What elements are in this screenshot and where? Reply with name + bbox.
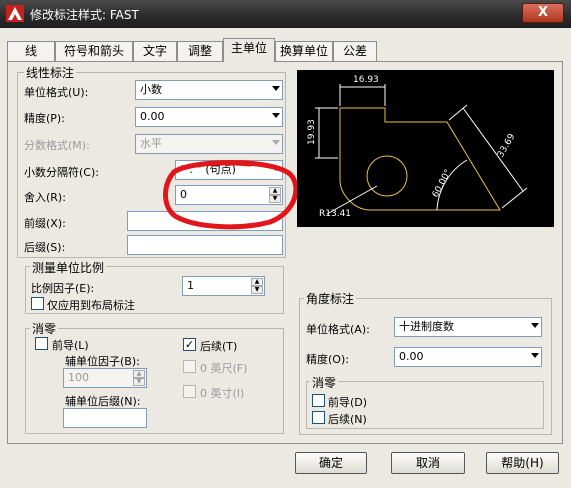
zero-inches-label: 0 英寸(I)	[200, 387, 245, 400]
leading-zero-checkbox[interactable]	[35, 337, 48, 350]
zero-feet-label: 0 英尺(F)	[200, 362, 248, 375]
decimal-separator-label: 小数分隔符(C):	[24, 166, 99, 179]
angular-precision-value: 0.00	[399, 350, 424, 363]
preview-dim-top: 16.93	[353, 75, 379, 85]
unit-format-label: 单位格式(U):	[24, 86, 89, 99]
cancel-button[interactable]: 取消	[391, 452, 465, 474]
precision-label: 精度(P):	[24, 112, 65, 125]
preview-circle	[366, 155, 408, 197]
dimension-preview: 16.93 19.93 33.69 R13.41 60.00°	[297, 70, 554, 227]
sub-unit-factor-value: 100	[68, 371, 89, 384]
precision-value: 0.00	[140, 110, 165, 123]
chevron-down-icon	[272, 113, 280, 118]
tab-symbols-arrows[interactable]: 符号和箭头	[55, 41, 133, 61]
red-annotation-circle	[163, 160, 299, 230]
angular-leading-label: 前导(D)	[328, 396, 368, 409]
fraction-format-label: 分数格式(M):	[24, 139, 90, 152]
tab-tolerances[interactable]: 公差	[333, 41, 377, 61]
fraction-format-value: 水平	[140, 137, 162, 150]
help-button[interactable]: 帮助(H)	[486, 452, 559, 474]
angular-unit-format-select[interactable]: 十进制度数	[394, 317, 542, 337]
suffix-input[interactable]	[127, 235, 283, 255]
unit-format-value: 小数	[140, 83, 162, 96]
tab-primary-units[interactable]: 主单位	[223, 38, 275, 62]
suffix-label: 后缀(S):	[24, 241, 66, 254]
angular-precision-select[interactable]: 0.00	[394, 347, 542, 367]
chevron-down-icon	[531, 353, 539, 358]
sub-unit-factor-spinner: ▲ ▼	[133, 370, 145, 386]
ok-button[interactable]: 确定	[295, 452, 367, 474]
precision-select[interactable]: 0.00	[135, 107, 283, 127]
angular-precision-label: 精度(O):	[306, 353, 349, 366]
linear-dimensions-title: 线性标注	[24, 64, 77, 81]
scale-factor-spinner[interactable]: ▲ ▼	[251, 278, 263, 294]
angular-trailing-checkbox[interactable]	[312, 411, 325, 424]
scale-factor-label: 比例因子(E):	[31, 282, 95, 295]
angular-trailing-label: 后续(N)	[328, 413, 367, 426]
preview-shape	[339, 107, 501, 211]
preview-dim-left: 19.93	[307, 119, 317, 145]
angular-zero-suppression-title: 消零	[310, 374, 339, 391]
apply-layout-only-label: 仅应用到布局标注	[47, 299, 135, 312]
preview-dim-radius: R13.41	[319, 209, 351, 219]
autocad-app-icon	[6, 5, 24, 22]
fraction-format-select: 水平	[135, 134, 283, 154]
preview-dim-angle: 60.00°	[431, 168, 454, 199]
window-title: 修改标注样式: FAST	[30, 8, 139, 22]
apply-layout-only-checkbox[interactable]	[31, 297, 44, 310]
leading-zero-label: 前导(L)	[52, 339, 89, 352]
angular-unit-format-value: 十进制度数	[399, 320, 454, 333]
trailing-zero-label: 后续(T)	[200, 340, 238, 353]
zero-suppression-title: 消零	[30, 320, 59, 337]
chevron-down-icon	[272, 86, 280, 91]
measurement-scale-title: 测量单位比例	[30, 259, 107, 276]
angular-leading-checkbox[interactable]	[312, 394, 325, 407]
angular-dimensions-title: 角度标注	[304, 290, 357, 307]
tab-lines[interactable]: 线	[7, 41, 55, 61]
sub-unit-suffix-label: 辅单位后缀(N):	[65, 395, 141, 408]
scale-factor-value: 1	[187, 279, 194, 292]
sub-unit-factor-label: 辅单位因子(B):	[65, 355, 140, 368]
sub-unit-factor-input: 100 ▲ ▼	[63, 368, 147, 388]
prefix-label: 前缀(X):	[24, 217, 66, 230]
angular-unit-format-label: 单位格式(A):	[306, 323, 370, 336]
zero-feet-checkbox	[183, 360, 196, 373]
close-button[interactable]: X	[522, 3, 564, 23]
unit-format-select[interactable]: 小数	[135, 80, 283, 100]
tab-fit[interactable]: 调整	[177, 41, 223, 61]
tab-alternate-units[interactable]: 换算单位	[275, 41, 333, 61]
trailing-zero-checkbox[interactable]: ✓	[183, 338, 196, 351]
chevron-down-icon	[531, 323, 539, 328]
round-off-label: 舍入(R):	[24, 191, 66, 204]
tab-text[interactable]: 文字	[133, 41, 177, 61]
zero-inches-checkbox	[183, 385, 196, 398]
chevron-down-icon	[272, 140, 280, 145]
sub-unit-suffix-input[interactable]	[63, 408, 147, 428]
scale-factor-input[interactable]: 1 ▲ ▼	[182, 276, 265, 296]
preview-dim-right: 33.69	[496, 132, 518, 160]
